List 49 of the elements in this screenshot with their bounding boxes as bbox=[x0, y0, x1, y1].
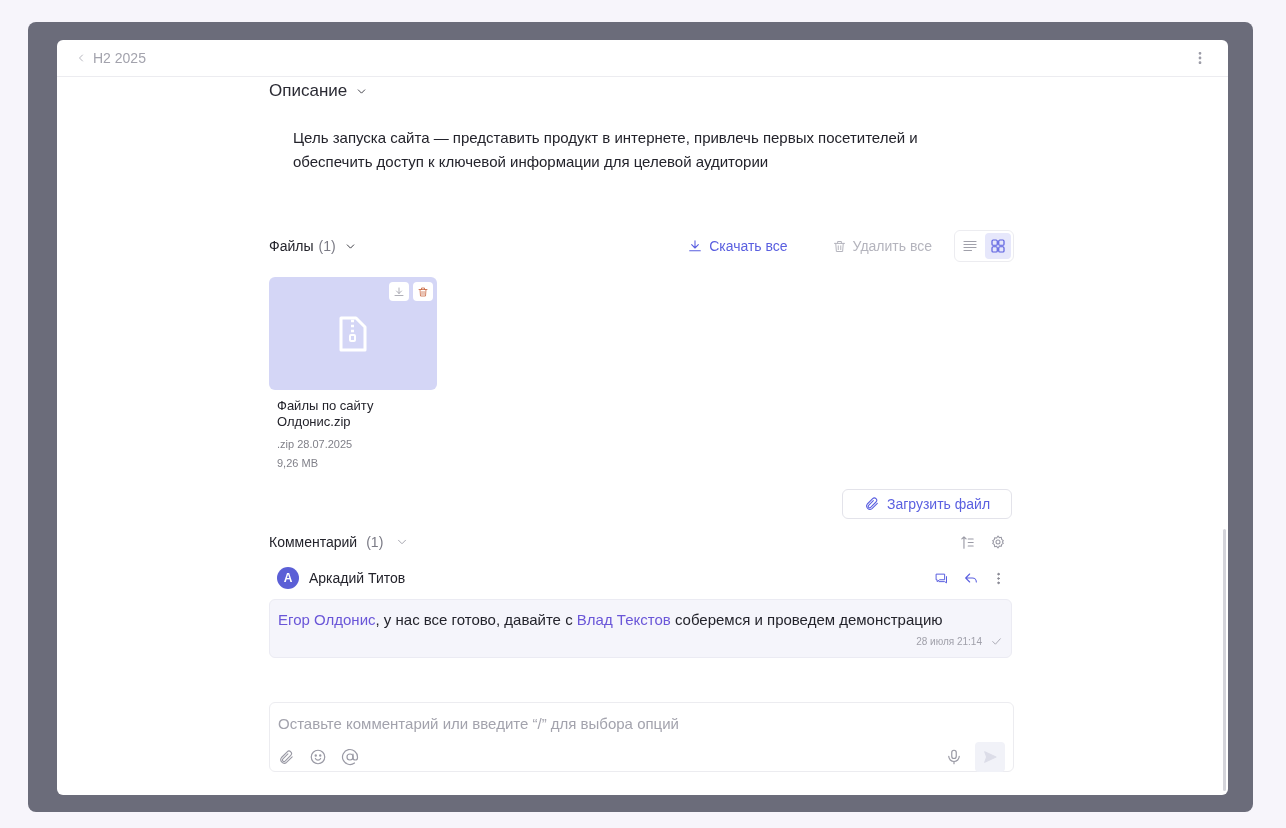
sort-icon bbox=[959, 533, 976, 551]
checkmark-icon bbox=[990, 635, 1003, 648]
comment-composer[interactable]: Оставьте комментарий или введите “/” для выбора опций bbox=[269, 702, 1014, 772]
back-link[interactable]: H2 2025 bbox=[75, 47, 146, 69]
section-title: Описание bbox=[269, 80, 348, 103]
thread-button[interactable] bbox=[934, 570, 949, 586]
settings-button[interactable] bbox=[990, 534, 1006, 550]
file-meta: .zip 28.07.2025 bbox=[277, 437, 354, 452]
description-text: Цель запуска сайта — представить продукт в интернете, привлечь первых посетителей и обеспечить доступ к ключевой информации для целевой аудитории bbox=[293, 128, 919, 172]
microphone-icon bbox=[945, 748, 963, 766]
download-all-button[interactable]: Скачать все bbox=[687, 235, 788, 257]
attach-button[interactable] bbox=[278, 748, 295, 766]
download-icon bbox=[393, 285, 405, 298]
download-icon bbox=[687, 238, 704, 254]
comment-text: Егор Олдонис, у нас все готово, давайте с Влад Текстов соберемся и проведем демонстрацию bbox=[278, 610, 944, 630]
sort-button[interactable] bbox=[959, 533, 976, 551]
scrollbar-thumb[interactable] bbox=[1223, 529, 1226, 791]
mention-button[interactable] bbox=[341, 748, 359, 766]
file-count: (1) bbox=[318, 236, 336, 256]
comment-author: Аркадий Титов bbox=[309, 568, 406, 588]
file-name: Файлы по сайту Олдонис.zip bbox=[277, 398, 375, 430]
avatar: A bbox=[277, 567, 299, 589]
section-title: Файлы bbox=[269, 236, 314, 256]
mention-link[interactable]: Егор Олдонис bbox=[278, 611, 376, 628]
at-sign-icon bbox=[341, 748, 359, 766]
reply-icon bbox=[963, 570, 979, 586]
section-title: Комментарий bbox=[269, 532, 358, 552]
upload-file-button[interactable]: Загрузить файл bbox=[842, 489, 1012, 519]
delete-file-button[interactable] bbox=[413, 282, 433, 301]
comment-input[interactable]: Оставьте комментарий или введите “/” для выбора опций bbox=[278, 713, 1005, 736]
file-thumbnail[interactable] bbox=[269, 277, 437, 390]
comment-count: (1) bbox=[366, 532, 384, 552]
smiley-icon bbox=[309, 748, 327, 766]
settings-icon bbox=[990, 534, 1006, 550]
comment-time: 28 июля 21:14 bbox=[916, 635, 982, 649]
mention-link[interactable]: Влад Текстов bbox=[576, 611, 671, 628]
microphone-button[interactable] bbox=[945, 748, 963, 766]
grid-icon bbox=[989, 237, 1007, 255]
zip-file-icon bbox=[338, 314, 368, 353]
trash-icon bbox=[417, 285, 429, 298]
paperclip-icon bbox=[278, 748, 295, 766]
download-file-button[interactable] bbox=[389, 282, 409, 301]
chat-icon bbox=[934, 570, 949, 586]
trash-icon bbox=[831, 238, 847, 254]
emoji-button[interactable] bbox=[309, 748, 327, 766]
file-size: 9,26 MB bbox=[277, 456, 319, 471]
paperclip-icon bbox=[863, 496, 880, 512]
grid-view-toggle[interactable] bbox=[985, 233, 1011, 259]
reply-button[interactable] bbox=[963, 570, 979, 586]
